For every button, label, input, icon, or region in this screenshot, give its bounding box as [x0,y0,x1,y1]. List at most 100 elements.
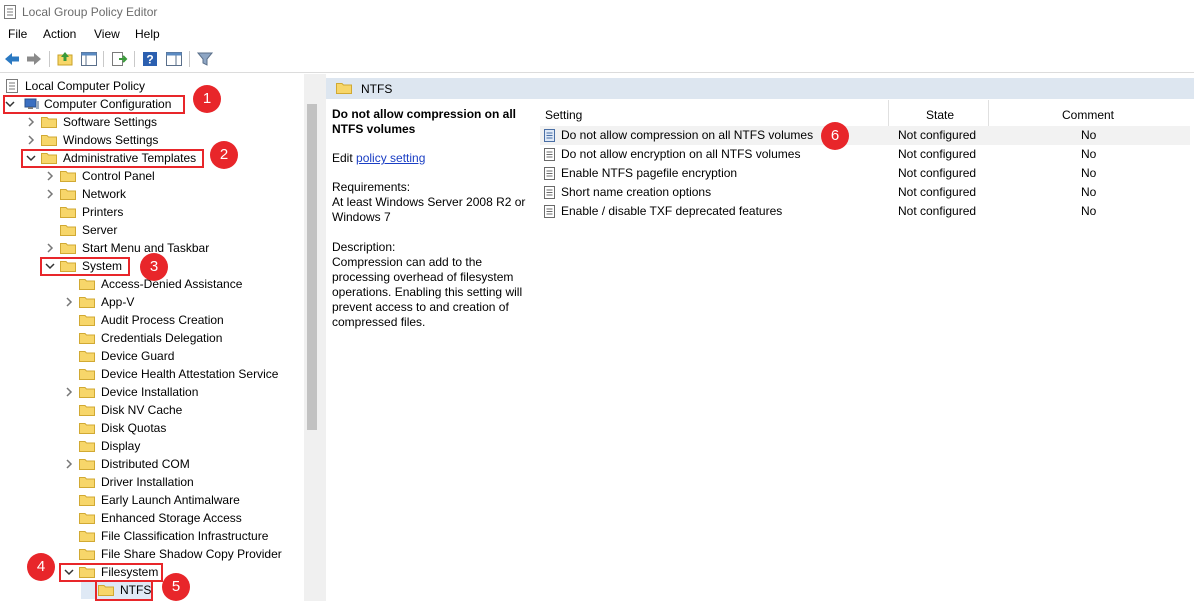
folder-icon [79,297,95,308]
setting-comment: No [1081,166,1097,180]
column-separator[interactable] [888,100,889,126]
folder-icon [60,243,76,254]
setting-row[interactable]: Do not allow compression on all NTFS vol… [540,126,1190,145]
svg-text:?: ? [146,53,153,67]
chevron-right-icon[interactable] [26,117,36,127]
chevron-right-icon[interactable] [64,387,74,397]
column-header-comment[interactable]: Comment [1062,104,1114,126]
tree-item-label: Access-Denied Assistance [101,277,243,291]
column-separator[interactable] [988,100,989,126]
tree-item-label: Disk Quotas [101,421,167,435]
forward-icon[interactable] [25,50,43,68]
toolbar: ? [0,46,1194,73]
chevron-right-icon[interactable] [26,135,36,145]
export-list-icon[interactable] [110,50,128,68]
properties-pane-icon[interactable] [165,50,183,68]
annotation-badge-5: 5 [162,573,190,601]
annotation-badge-1: 1 [193,85,221,113]
tree-item-label: Device Installation [101,385,199,399]
annotation-highlight-ntfs [95,580,153,601]
tree-item-label: Credentials Delegation [101,331,223,345]
folder-icon [79,369,95,380]
setting-state: Not configured [898,147,977,161]
description-text: Compression can add to the processing ov… [332,255,523,329]
folder-icon [60,171,76,182]
menu-action[interactable]: Action [43,27,76,41]
menu-help[interactable]: Help [135,27,160,41]
policy-setting-icon [544,186,555,199]
extended-description: Do not allow compression on all NTFS vol… [332,107,532,330]
setting-comment: No [1081,128,1097,142]
column-header-state[interactable]: State [926,104,954,126]
setting-name: Do not allow compression on all NTFS vol… [561,128,814,142]
setting-row[interactable]: Enable NTFS pagefile encryption Not conf… [540,164,1190,183]
setting-row[interactable]: Do not allow encryption on all NTFS volu… [540,145,1190,164]
column-header-setting[interactable]: Setting [545,104,582,126]
annotation-highlight-computer-configuration [3,95,185,114]
requirements-text: At least Windows Server 2008 R2 or Windo… [332,195,526,224]
setting-row[interactable]: Enable / disable TXF deprecated features… [540,202,1190,221]
tree-item-label: App-V [101,295,135,309]
chevron-right-icon[interactable] [45,243,55,253]
setting-row[interactable]: Short name creation options Not configur… [540,183,1190,202]
show-hide-tree-icon[interactable] [80,50,98,68]
description-label: Description: [332,240,396,254]
folder-icon [79,423,95,434]
toolbar-separator [103,51,104,67]
toolbar-separator [189,51,190,67]
folder-icon [79,351,95,362]
edit-policy-setting-link[interactable]: policy setting [356,151,425,165]
annotation-badge-6: 6 [821,122,849,150]
chevron-right-icon[interactable] [64,297,74,307]
group-policy-app-icon [4,5,16,19]
filter-icon[interactable] [196,50,214,68]
tree-item-label: Enhanced Storage Access [101,511,242,525]
folder-icon [41,135,57,146]
chevron-right-icon[interactable] [45,171,55,181]
up-folder-icon[interactable] [56,50,74,68]
folder-icon [60,225,76,236]
chevron-right-icon[interactable] [45,189,55,199]
edit-prefix: Edit [332,151,353,165]
tree-item-label: Server [82,223,118,237]
back-icon[interactable] [3,50,21,68]
tree-item-label: Printers [82,205,124,219]
tree-item-label: Audit Process Creation [101,313,224,327]
right-pane-title: NTFS [361,82,393,96]
tree-item-label: Control Panel [82,169,155,183]
folder-icon [79,513,95,524]
tree-item-label: Device Guard [101,349,175,363]
setting-name: Short name creation options [561,185,712,199]
requirements-label: Requirements: [332,180,411,194]
tree-item-label: File Share Shadow Copy Provider [101,547,282,561]
pane-splitter[interactable] [320,74,326,601]
policy-setting-icon [544,167,555,180]
tree-item-label: Disk NV Cache [101,403,183,417]
folder-icon [79,315,95,326]
setting-state: Not configured [898,185,977,199]
window-title: Local Group Policy Editor [22,5,158,19]
menu-bar: File Action View Help [0,24,1194,44]
tree-item-label: Device Health Attestation Service [101,367,279,381]
title-bar: Local Group Policy Editor [0,0,1194,24]
tree-item-label: Distributed COM [101,457,190,471]
annotation-highlight-administrative-templates [21,149,204,168]
tree-item-label: Network [82,187,127,201]
tree-item-label: File Classification Infrastructure [101,529,269,543]
annotation-badge-4: 4 [27,553,55,581]
tree-item-label: Early Launch Antimalware [101,493,240,507]
description-title: Do not allow compression on all NTFS vol… [332,107,517,136]
menu-view[interactable]: View [94,27,120,41]
tree-scrollbar-thumb[interactable] [307,104,317,430]
policy-setting-icon [544,129,555,142]
chevron-right-icon[interactable] [64,459,74,469]
folder-icon [41,117,57,128]
menu-file[interactable]: File [8,27,27,41]
setting-comment: No [1081,204,1097,218]
folder-icon [79,459,95,470]
tree-scrollbar[interactable] [304,74,320,601]
policy-document-icon [6,79,18,93]
folder-icon [79,549,95,560]
right-pane-header: NTFS [326,78,1194,99]
help-icon[interactable]: ? [141,50,159,68]
